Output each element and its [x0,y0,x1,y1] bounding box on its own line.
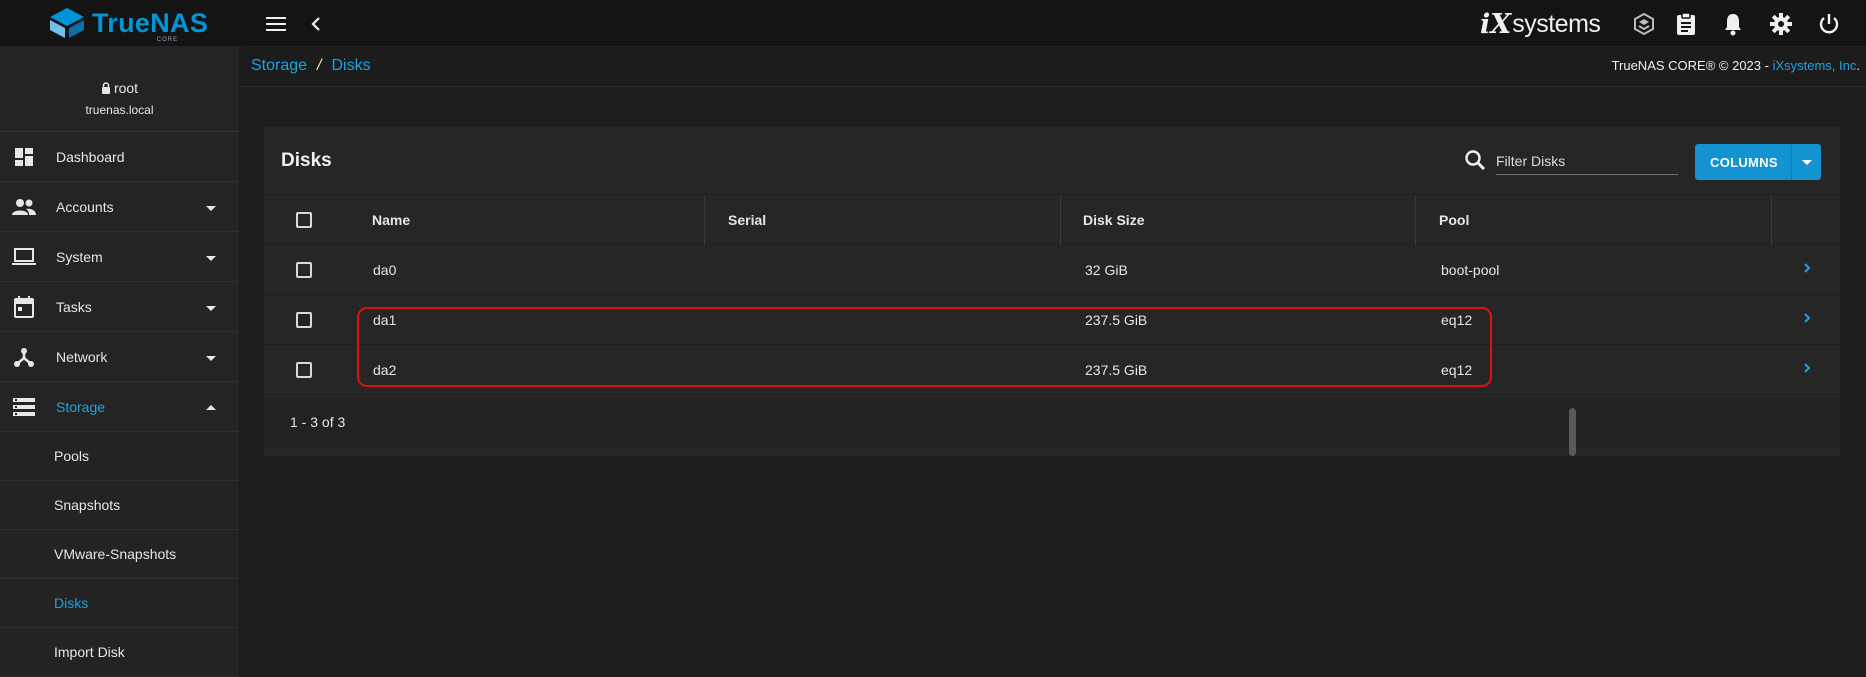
storage-icon [12,395,36,419]
breadcrumb-disks[interactable]: Disks [332,57,371,75]
sidebar-item-label: Dashboard [56,148,125,165]
columns-button-label: COLUMNS [1710,154,1778,170]
task-manager-button[interactable] [1671,9,1701,39]
logo-text: TrueNAS [92,8,209,38]
row-checkbox[interactable] [296,362,312,378]
sidebar-item-tasks[interactable]: Tasks [0,282,239,332]
sidebar-item-network[interactable]: Network [0,332,239,382]
caret-down-icon [206,306,216,311]
caret-down-icon [206,206,216,211]
collapse-sidebar-button[interactable] [301,9,331,39]
column-divider [1060,195,1061,245]
cell-disk-size: 32 GiB [1085,262,1128,278]
chevron-right-icon[interactable] [1801,312,1813,324]
top-toolbar: TrueNAS CORE iX systems [0,0,1866,47]
laptop-icon [12,245,36,269]
table-row[interactable]: da0 32 GiB boot-pool [264,245,1840,295]
column-header-pool[interactable]: Pool [1439,195,1469,245]
dashboard-icon [12,145,36,169]
settings-button[interactable] [1766,9,1796,39]
ixsystems-logo[interactable]: iX systems [1480,8,1601,40]
truecommand-button[interactable] [1629,9,1659,39]
pagination-range: 1 - 3 of 3 [290,414,346,430]
breadcrumb-separator: / [317,57,322,74]
accounts-icon [12,195,36,219]
sidebar: root truenas.local Dashboard Accounts Sy… [0,47,240,677]
sidebar-item-label: Network [56,348,108,365]
scrollbar[interactable] [1569,408,1576,456]
user-host: truenas.local [85,103,154,117]
sidebar-item-dashboard[interactable]: Dashboard [0,132,239,182]
table-footer: 1 - 3 of 3 [264,397,1840,447]
network-icon [12,345,36,369]
sidebar-item-label: Accounts [56,198,114,215]
truenas-logo[interactable]: TrueNAS CORE [48,6,209,43]
search-icon [1465,150,1486,171]
power-icon [1819,14,1839,34]
truenas-logo-icon [50,8,84,38]
user-info: root truenas.local [0,47,239,132]
column-divider [1415,195,1416,245]
caret-down-icon [206,256,216,261]
caret-down-icon [206,356,216,361]
menu-icon [266,17,286,31]
cell-name: da0 [373,262,397,278]
page-title: Disks [281,150,332,171]
column-divider [704,195,705,245]
sidebar-subitem-import-disk[interactable]: Import Disk [0,628,239,677]
chevron-right-icon[interactable] [1801,362,1813,374]
clipboard-icon [1677,12,1695,35]
copyright: TrueNAS CORE® © 2023 - iXsystems, Inc. [1612,58,1860,73]
disks-card: Disks COLUMNS Name Serial Disk Size Pool [264,127,1840,456]
chevron-left-icon [311,17,320,31]
gear-icon [1770,13,1792,35]
ixsystems-mark: iX [1480,8,1512,40]
power-button[interactable] [1814,9,1844,39]
copyright-text: TrueNAS CORE® © 2023 - [1611,58,1773,73]
columns-dropdown-toggle[interactable] [1792,156,1821,168]
truecommand-icon [1634,12,1654,36]
logo-subtext: CORE [156,37,179,43]
sidebar-item-system[interactable]: System [0,232,239,282]
sidebar-item-label: Storage [56,398,106,415]
caret-down-icon [1801,160,1812,165]
columns-button[interactable]: COLUMNS [1695,144,1821,180]
lock-icon [101,82,110,94]
sidebar-subitem-pools[interactable]: Pools [0,432,239,481]
column-header-name[interactable]: Name [372,195,410,245]
breadcrumb-storage[interactable]: Storage [251,57,307,75]
column-header-serial[interactable]: Serial [728,195,766,245]
sidebar-item-storage[interactable]: Storage [0,382,239,432]
filter-disks-input[interactable] [1496,145,1678,175]
sidebar-subitem-disks[interactable]: Disks [0,579,239,628]
row-checkbox[interactable] [296,262,312,278]
select-all-checkbox[interactable] [296,212,312,228]
cell-pool: boot-pool [1441,262,1500,278]
ixsystems-link[interactable]: iXsystems, Inc [1773,58,1857,73]
user-name[interactable]: root [101,80,138,96]
menu-toggle-button[interactable] [261,9,291,39]
sidebar-item-accounts[interactable]: Accounts [0,182,239,232]
breadcrumb-bar: Storage / Disks TrueNAS CORE® © 2023 - i… [241,47,1866,87]
calendar-icon [12,295,36,319]
highlight-annotation [357,307,1492,387]
sidebar-item-label: System [56,248,103,265]
copyright-trail: . [1856,58,1860,73]
chevron-right-icon[interactable] [1801,262,1813,274]
ixsystems-text: systems [1512,9,1601,38]
user-name-text: root [113,80,139,96]
column-header-disk-size[interactable]: Disk Size [1083,195,1144,245]
sidebar-subitem-snapshots[interactable]: Snapshots [0,481,239,530]
table-header-row: Name Serial Disk Size Pool [264,195,1840,245]
filter-box [1464,143,1678,177]
sidebar-item-label: Tasks [56,298,92,315]
column-divider [1771,195,1772,245]
caret-up-icon [206,405,216,410]
breadcrumb: Storage / Disks [251,57,371,75]
card-header: Disks COLUMNS [264,127,1840,195]
notifications-button[interactable] [1718,9,1748,39]
bell-icon [1725,14,1741,36]
row-checkbox[interactable] [296,312,312,328]
sidebar-subitem-vmware-snapshots[interactable]: VMware-Snapshots [0,530,239,579]
